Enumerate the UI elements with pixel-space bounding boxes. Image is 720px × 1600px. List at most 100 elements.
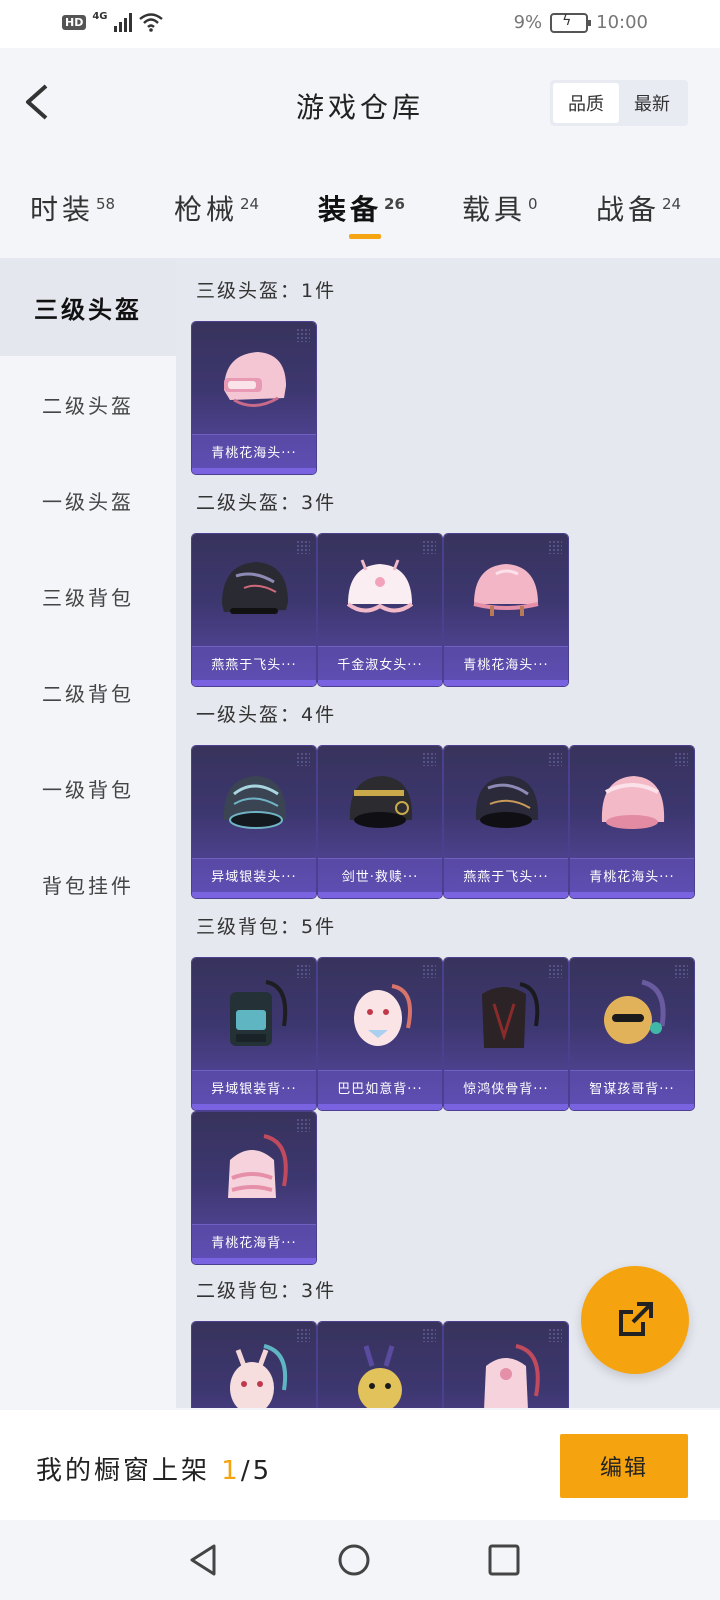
network-type: 4G: [92, 10, 108, 22]
backpack-bunny-icon: [354, 984, 412, 1046]
item-card[interactable]: 燕燕于飞头···: [192, 534, 316, 686]
showcase-total: /5: [240, 1456, 273, 1486]
item-card[interactable]: 青桃花海头···: [192, 322, 316, 474]
tab-vehicles[interactable]: 载具 0: [462, 188, 538, 228]
tab-count: 26: [384, 194, 405, 213]
sidebar-item-level1-backpack[interactable]: 一级背包: [0, 740, 176, 836]
section-title: 三级头盔：1件: [196, 280, 337, 302]
backpack-mascot-icon: [358, 1345, 402, 1408]
item-card[interactable]: 惊鸿侠骨背···: [444, 958, 568, 1110]
item-card[interactable]: 青桃花海头···: [570, 746, 694, 898]
tab-count: 24: [662, 194, 682, 213]
nav-recents-icon[interactable]: [486, 1542, 522, 1578]
sidebar: 三级头盔 二级头盔 一级头盔 三级背包 二级背包 一级背包 背包挂件: [0, 258, 176, 1408]
clock: 10:00: [596, 12, 648, 33]
sidebar-item-backpack-charm[interactable]: 背包挂件: [0, 836, 176, 932]
showcase-status: 我的橱窗上架 1/5: [36, 1450, 272, 1487]
item-card[interactable]: 燕燕于飞头···: [444, 746, 568, 898]
tab-count: 24: [240, 194, 260, 213]
item-card[interactable]: 青桃花海背···: [192, 1112, 316, 1264]
tab-fashion[interactable]: 时装 58: [30, 188, 115, 228]
sidebar-item-level2-backpack[interactable]: 二级背包: [0, 644, 176, 740]
status-bar: HD 4G 9% ϟ 10:00: [0, 0, 720, 48]
external-link-icon: [619, 1302, 653, 1336]
backpack-bunny-icon: [230, 1344, 287, 1408]
item-card[interactable]: [192, 1322, 316, 1408]
item-card[interactable]: 千金淑女头···: [318, 534, 442, 686]
item-name: 燕燕于飞头···: [192, 646, 316, 680]
tab-label: 枪械: [174, 193, 239, 226]
tab-supplies[interactable]: 战备 24: [596, 188, 681, 228]
battery-icon: ϟ: [550, 12, 592, 33]
item-name: 异域银装背···: [192, 1070, 316, 1104]
tab-label: 载具: [462, 193, 527, 226]
backpack-black-icon: [482, 982, 540, 1048]
tab-label: 战备: [596, 193, 661, 226]
wifi-icon: [138, 13, 163, 32]
sidebar-item-level1-helmet[interactable]: 一级头盔: [0, 452, 176, 548]
tab-equipment[interactable]: 装备 26: [318, 188, 405, 228]
system-nav-bar: [0, 1520, 720, 1600]
tab-label: 装备: [318, 193, 383, 226]
backpack-pink-icon: [484, 1344, 540, 1408]
section-title: 一级头盔：4件: [196, 704, 337, 726]
showcase-label: 我的橱窗上架: [36, 1456, 211, 1486]
sort-quality-button[interactable]: 品质: [553, 83, 619, 123]
sidebar-item-level2-helmet[interactable]: 二级头盔: [0, 356, 176, 452]
item-name: 巴巴如意背···: [318, 1070, 442, 1104]
item-name: 千金淑女头···: [318, 646, 442, 680]
item-card[interactable]: 异域银装背···: [192, 958, 316, 1110]
showcase-current: 1: [221, 1456, 241, 1486]
sort-newest-button[interactable]: 最新: [619, 83, 685, 123]
item-name: 智谋孩哥背···: [570, 1070, 694, 1104]
back-arrow-icon[interactable]: [22, 82, 52, 122]
item-card[interactable]: [318, 1322, 442, 1408]
sort-toggle: 品质 最新: [550, 80, 688, 126]
helmet-dark-icon: [222, 562, 288, 614]
item-name: 剑世·救赎···: [318, 858, 442, 892]
helmet-silver-icon: [223, 776, 287, 829]
tab-count: 0: [528, 194, 538, 213]
helmet-pink-icon: [473, 564, 539, 616]
helmet-black-gold-icon: [349, 776, 413, 828]
tab-label: 时装: [30, 193, 95, 226]
battery-percent: 9%: [513, 12, 543, 33]
item-name: 青桃花海头···: [444, 646, 568, 680]
tab-weapons[interactable]: 枪械 24: [174, 188, 259, 228]
signal-icon: [113, 12, 132, 32]
helmet-pink-icon: [601, 776, 665, 829]
category-tabs: 时装 58 枪械 24 装备 26 载具 0 战备 24: [0, 158, 720, 258]
item-name: 青桃花海头···: [192, 434, 316, 468]
active-tab-indicator: [349, 234, 381, 239]
section-title: 二级背包：3件: [196, 1280, 337, 1302]
helmet-dark-icon: [475, 776, 539, 828]
helmet-lace-icon: [346, 559, 414, 613]
item-card[interactable]: 巴巴如意背···: [318, 958, 442, 1110]
section-title: 二级头盔：3件: [196, 492, 337, 514]
item-card[interactable]: 青桃花海头···: [444, 534, 568, 686]
item-card[interactable]: [444, 1322, 568, 1408]
nav-back-icon[interactable]: [186, 1542, 222, 1578]
sidebar-item-level3-helmet[interactable]: 三级头盔: [0, 258, 176, 356]
item-name: 惊鸿侠骨背···: [444, 1070, 568, 1104]
tab-count: 58: [96, 194, 116, 213]
share-fab-button[interactable]: [581, 1266, 689, 1374]
backpack-teal-icon: [230, 980, 288, 1046]
header: 游戏仓库 品质 最新: [0, 48, 720, 158]
nav-home-icon[interactable]: [336, 1542, 372, 1578]
sidebar-item-level3-backpack[interactable]: 三级背包: [0, 548, 176, 644]
item-name: 青桃花海头···: [570, 858, 694, 892]
showcase-bar: 我的橱窗上架 1/5 编辑: [0, 1410, 720, 1520]
hd-indicator: HD: [62, 14, 87, 30]
edit-button[interactable]: 编辑: [560, 1434, 688, 1498]
section-title: 三级背包：5件: [196, 916, 337, 938]
item-card[interactable]: 智谋孩哥背···: [570, 958, 694, 1110]
helmet-pink-icon: [224, 352, 286, 407]
item-name: 异域银装头···: [192, 858, 316, 892]
item-name: 燕燕于飞头···: [444, 858, 568, 892]
item-name: 青桃花海背···: [192, 1224, 316, 1258]
item-card[interactable]: 异域银装头···: [192, 746, 316, 898]
backpack-pink-icon: [228, 1134, 288, 1198]
backpack-mascot-icon: [604, 979, 666, 1044]
item-card[interactable]: 剑世·救赎···: [318, 746, 442, 898]
